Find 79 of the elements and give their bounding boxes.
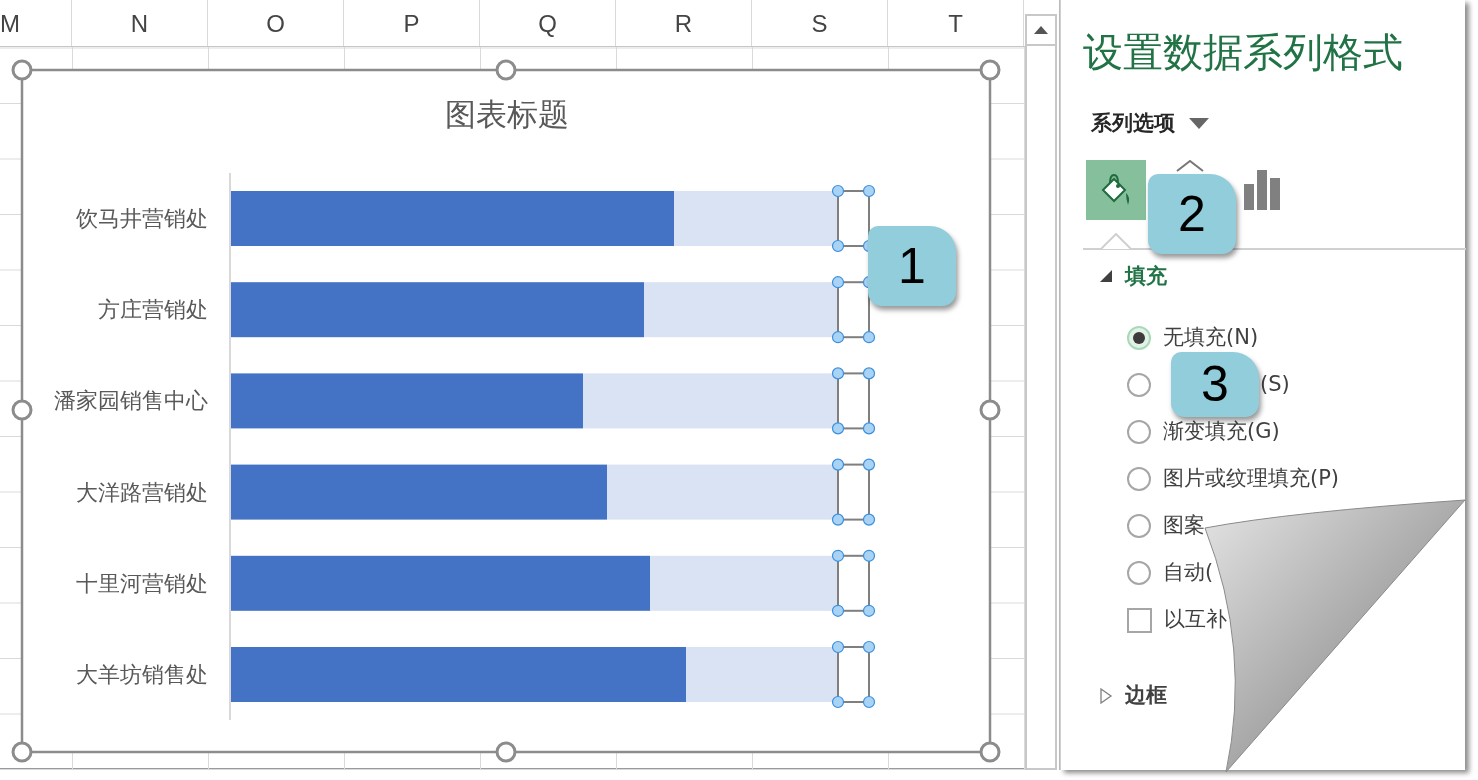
- selection-handle: [862, 604, 876, 617]
- chevron-icon: [1176, 159, 1204, 172]
- selection-handle: [862, 458, 876, 471]
- resize-handle: [11, 741, 33, 763]
- column-header[interactable]: Q: [480, 0, 616, 46]
- category-label: 十里河营销处: [76, 570, 208, 596]
- option-label: 以互补: [1164, 606, 1227, 634]
- options-dropdown[interactable]: 系列选项: [1091, 108, 1209, 140]
- category-label: 潘家园销售中心: [54, 388, 208, 414]
- radio-button[interactable]: [1127, 561, 1151, 585]
- fill-tab[interactable]: [1086, 159, 1146, 220]
- option-label: 无填充(N): [1163, 324, 1259, 352]
- resize-handle: [979, 59, 1001, 81]
- selected-bar: [837, 463, 870, 521]
- selection-handle: [831, 276, 845, 289]
- category-label: 大洋路营销处: [76, 479, 208, 505]
- section-header[interactable]: 填充: [1099, 260, 1167, 292]
- selection-handle: [831, 695, 845, 709]
- callout-badge: 1: [868, 226, 956, 306]
- collapse-triangle-icon: [1099, 268, 1113, 285]
- section-header[interactable]: 边框: [1099, 680, 1167, 712]
- selection-handle: [831, 513, 845, 526]
- selection-handle: [831, 640, 845, 654]
- resize-handle: [979, 399, 1001, 421]
- column-header[interactable]: R: [616, 0, 752, 46]
- category-label: 大羊坊销售处: [76, 662, 208, 687]
- selection-handle: [862, 513, 876, 526]
- pane-title: 设置数据系列格式: [1083, 28, 1404, 76]
- callout-badge: 2: [1148, 174, 1236, 254]
- selection-handle: [831, 458, 845, 471]
- expand-triangle-icon: [1099, 687, 1113, 704]
- resize-handle: [495, 741, 517, 763]
- selection-handle: [831, 239, 845, 253]
- callout-badge: 3: [1171, 352, 1259, 417]
- radio-button[interactable]: [1127, 420, 1151, 444]
- resize-handle: [979, 741, 1001, 763]
- column-header[interactable]: O: [208, 0, 344, 46]
- selected-bar: [837, 646, 870, 703]
- radio-button[interactable]: [1127, 373, 1151, 397]
- selection-handle: [862, 422, 876, 435]
- selected-bar: [837, 190, 870, 247]
- resize-handle: [11, 59, 33, 81]
- selection-handle: [862, 331, 876, 344]
- selection-handle: [831, 549, 845, 562]
- option-label: 图案: [1163, 512, 1205, 540]
- selected-bar: [837, 372, 870, 430]
- selection-handle: [862, 367, 876, 380]
- scrollbar[interactable]: [1025, 14, 1057, 770]
- resize-handle: [495, 59, 517, 81]
- column-header[interactable]: S: [752, 0, 888, 46]
- column-header[interactable]: T: [888, 0, 1024, 46]
- chart-title: 图表标题: [445, 96, 569, 132]
- option-label: (S): [1260, 371, 1290, 399]
- resize-handle: [11, 399, 33, 421]
- selection-handle: [831, 184, 845, 198]
- option-label: 图片或纹理填充(P): [1163, 465, 1340, 493]
- category-label: 饮马井营销处: [76, 206, 208, 231]
- column-header[interactable]: N: [72, 0, 208, 46]
- selected-bar: [837, 554, 870, 612]
- selection-handle: [862, 695, 876, 709]
- selection-handle: [862, 549, 876, 562]
- selection-handle: [831, 422, 845, 435]
- up-arrow-icon: [1034, 26, 1048, 34]
- option-label: 渐变填充(G): [1163, 418, 1280, 446]
- selection-handle: [831, 367, 845, 380]
- radio-button[interactable]: [1127, 326, 1151, 350]
- radio-button[interactable]: [1127, 467, 1151, 491]
- selection-handle: [831, 604, 845, 617]
- column-header[interactable]: M: [0, 0, 72, 46]
- caret-icon: [1189, 118, 1209, 130]
- checkbox[interactable]: [1127, 607, 1152, 633]
- radio-button[interactable]: [1127, 514, 1151, 538]
- selection-handle: [862, 184, 876, 198]
- selection-handle: [831, 331, 845, 344]
- selection-handle: [862, 640, 876, 654]
- column-header[interactable]: P: [344, 0, 480, 46]
- category-label: 方庄营销处: [98, 297, 208, 323]
- selected-bar: [837, 281, 870, 339]
- option-label: 自动(: [1163, 559, 1214, 587]
